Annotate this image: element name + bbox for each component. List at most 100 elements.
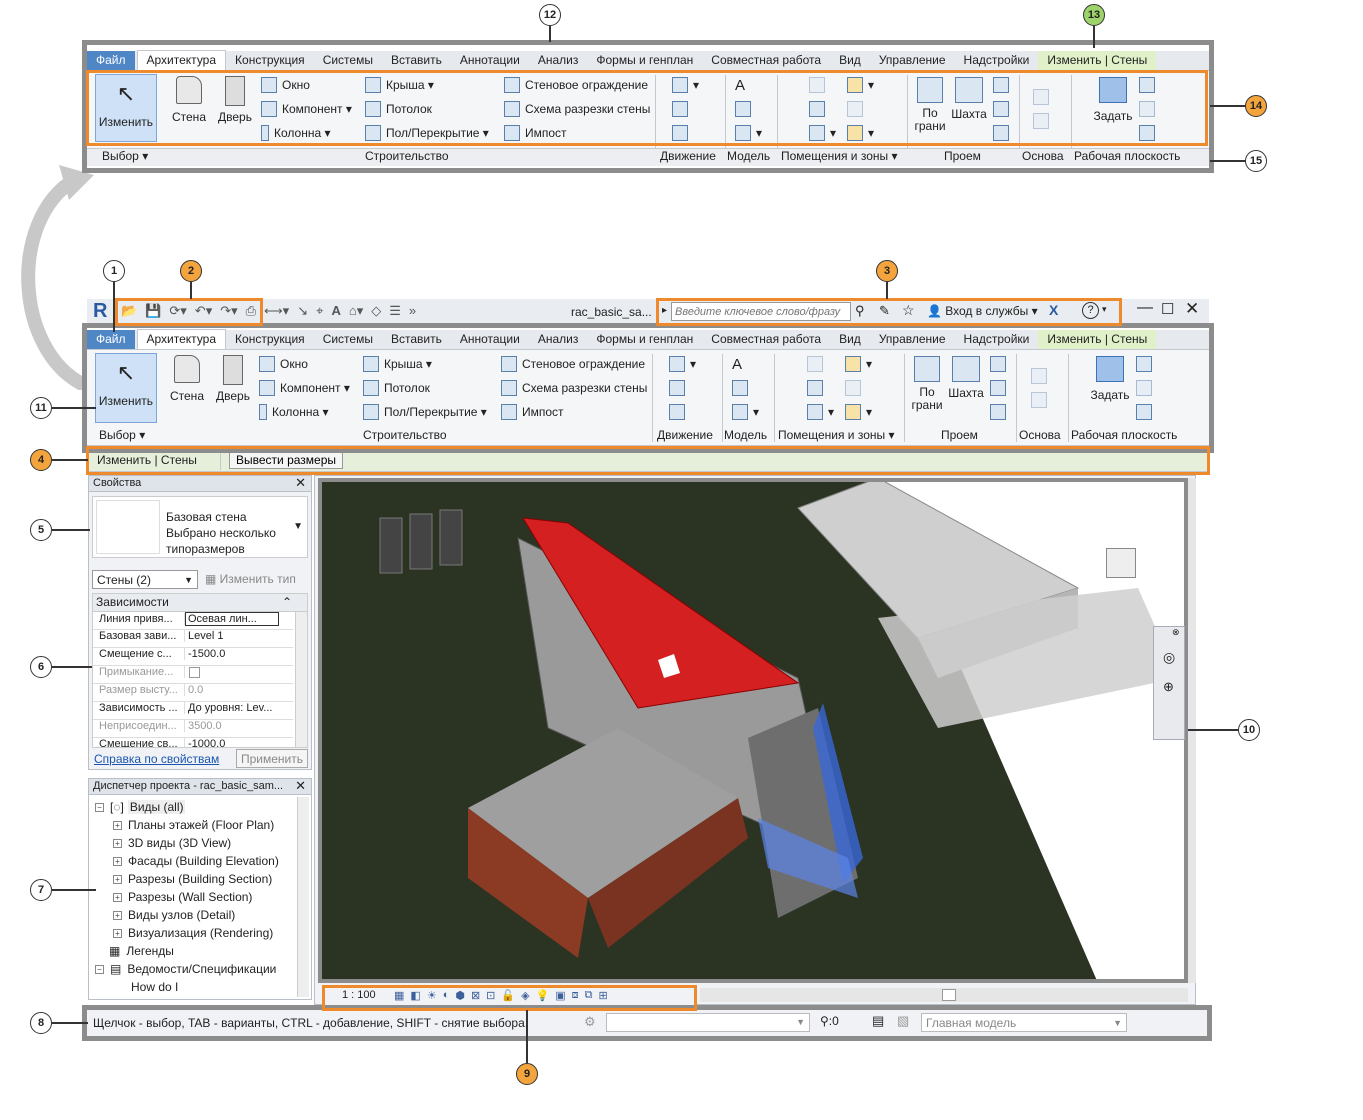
type-selector[interactable]: Базовая стена Выбрано несколько типоразм… bbox=[92, 496, 308, 558]
main-tab-annotate[interactable]: Аннотации bbox=[451, 330, 529, 349]
top-ref-plane-button[interactable] bbox=[1139, 101, 1160, 117]
top-panel-select[interactable]: Выбор ▾ bbox=[102, 149, 148, 163]
revit-logo[interactable]: R bbox=[93, 300, 107, 323]
tab-annotate[interactable]: Аннотации bbox=[451, 51, 529, 70]
main-tab-architecture[interactable]: Архитектура bbox=[136, 329, 227, 349]
properties-close-icon[interactable]: ✕ bbox=[295, 475, 306, 491]
tab-file[interactable]: Файл bbox=[87, 51, 135, 70]
edit-type-button[interactable]: ▦ Изменить тип bbox=[205, 572, 296, 586]
top-set-button[interactable]: Задать bbox=[1093, 77, 1133, 123]
design-options-icon[interactable]: ▧ bbox=[897, 1013, 909, 1029]
top-stair-button[interactable] bbox=[672, 125, 693, 141]
rendering-icon[interactable]: ⬢ bbox=[455, 989, 465, 1002]
grid-button[interactable] bbox=[1031, 392, 1052, 408]
viewcube[interactable] bbox=[1098, 540, 1144, 586]
stair-button[interactable] bbox=[669, 404, 690, 420]
constraints-icon[interactable]: ⊞ bbox=[599, 989, 608, 1002]
panel-select[interactable]: Выбор ▾ bbox=[99, 428, 145, 442]
top-ramp-button[interactable] bbox=[672, 101, 693, 117]
main-tab-systems[interactable]: Системы bbox=[314, 330, 382, 349]
tab-systems[interactable]: Системы bbox=[314, 51, 382, 70]
help-dropdown-icon[interactable]: ▾ bbox=[1102, 304, 1107, 315]
tree-item-floor-plans[interactable]: + Планы этажей (Floor Plan) bbox=[95, 816, 295, 834]
area-tag-button[interactable] bbox=[845, 380, 866, 396]
tab-insert[interactable]: Вставить bbox=[382, 51, 451, 70]
reveal-hidden-icon[interactable]: 💡 bbox=[536, 989, 550, 1002]
set-button[interactable]: Задать bbox=[1090, 356, 1130, 402]
sync-icon[interactable]: ⟳▾ bbox=[169, 303, 186, 319]
show-analytical-icon[interactable]: ⧉ bbox=[585, 989, 593, 1002]
main-tab-file[interactable]: Файл bbox=[87, 330, 135, 349]
infocenter-expand-icon[interactable]: ▸ bbox=[662, 305, 667, 316]
top-railing-button[interactable]: ▾ bbox=[672, 77, 699, 93]
top-by-face-button[interactable]: По грани bbox=[914, 77, 946, 133]
main-tab-modify-walls[interactable]: Изменить | Стены bbox=[1038, 330, 1157, 349]
main-tab-view[interactable]: Вид bbox=[830, 330, 870, 349]
show-workplane-button[interactable] bbox=[1136, 356, 1157, 372]
model-group-button[interactable]: ▾ bbox=[732, 404, 759, 420]
door-button[interactable]: Дверь bbox=[215, 355, 251, 403]
highlight-displacement-icon[interactable]: ⧈ bbox=[572, 989, 579, 1002]
tree-item-renderings[interactable]: + Визуализация (Rendering) bbox=[95, 924, 295, 942]
dormer-button[interactable] bbox=[990, 404, 1011, 420]
top-dormer-button[interactable] bbox=[993, 125, 1014, 141]
top-level-button[interactable] bbox=[1033, 89, 1054, 105]
favorites-icon[interactable]: ☆ bbox=[902, 302, 915, 319]
top-shaft-button[interactable]: Шахта bbox=[951, 77, 987, 121]
roof-button[interactable]: Крыша ▾ bbox=[363, 356, 432, 372]
top-area-boundary-button[interactable]: ▾ bbox=[847, 125, 874, 141]
area-boundary-button[interactable]: ▾ bbox=[845, 404, 872, 420]
curtain-system-button[interactable]: Стеновое ограждение bbox=[501, 356, 645, 372]
tab-addins[interactable]: Надстройки bbox=[955, 51, 1039, 70]
main-tab-massing[interactable]: Формы и генплан bbox=[587, 330, 702, 349]
top-roof-button[interactable]: Крыша ▾ bbox=[365, 77, 434, 93]
unlocked-view-icon[interactable]: 🔓 bbox=[501, 989, 515, 1002]
main-tab-structure[interactable]: Конструкция bbox=[226, 330, 314, 349]
top-curtain-system-button[interactable]: Стеновое ограждение bbox=[504, 77, 648, 93]
top-modify-button[interactable]: ↖ Изменить bbox=[95, 74, 157, 142]
window-button[interactable]: Окно bbox=[259, 356, 308, 372]
wall-opening-button[interactable] bbox=[990, 356, 1011, 372]
tree-item-views[interactable]: − [◌] Виды (all) bbox=[95, 798, 295, 816]
tab-massing[interactable]: Формы и генплан bbox=[587, 51, 702, 70]
view-scale[interactable]: 1 : 100 bbox=[342, 989, 376, 1001]
tab-manage[interactable]: Управление bbox=[870, 51, 955, 70]
property-value-input[interactable]: Осевая лин... bbox=[185, 612, 279, 626]
main-tab-manage[interactable]: Управление bbox=[870, 330, 955, 349]
component-button[interactable]: Компонент ▾ bbox=[259, 380, 350, 396]
model-text-button[interactable]: A bbox=[732, 356, 753, 373]
help-icon[interactable]: ? bbox=[1082, 302, 1099, 319]
top-grid-button[interactable] bbox=[1033, 113, 1054, 129]
top-viewer-button[interactable] bbox=[1139, 125, 1160, 141]
tree-item-how-do-i[interactable]: How do I bbox=[95, 978, 295, 996]
navbar-close-icon[interactable]: ⊗ bbox=[1172, 627, 1180, 638]
panel-room[interactable]: Помещения и зоны ▾ bbox=[778, 428, 895, 442]
by-face-button[interactable]: По грани bbox=[911, 356, 943, 412]
room-tag-button[interactable] bbox=[807, 380, 828, 396]
column-button[interactable]: Колонна ▾ bbox=[259, 404, 329, 420]
main-tab-analyze[interactable]: Анализ bbox=[529, 330, 588, 349]
ref-plane-button[interactable] bbox=[1136, 380, 1157, 396]
top-model-line-button[interactable] bbox=[735, 101, 756, 117]
tag-icon[interactable]: ⌖ bbox=[316, 303, 323, 319]
ceiling-button[interactable]: Потолок bbox=[363, 380, 430, 396]
top-window-button[interactable]: Окно bbox=[261, 77, 310, 93]
shaft-button[interactable]: Шахта bbox=[948, 356, 984, 400]
top-room-tag-button[interactable] bbox=[809, 101, 830, 117]
main-tab-collaborate[interactable]: Совместная работа bbox=[702, 330, 830, 349]
tab-view[interactable]: Вид bbox=[830, 51, 870, 70]
apply-button[interactable]: Применить bbox=[236, 749, 308, 768]
curtain-grid-button[interactable]: Схема разрезки стены bbox=[501, 380, 647, 396]
measure-icon[interactable]: ⟷▾ bbox=[264, 303, 289, 319]
minimize-icon[interactable]: — bbox=[1137, 299, 1153, 317]
browser-close-icon[interactable]: ✕ bbox=[295, 778, 306, 794]
more-icon[interactable]: » bbox=[409, 303, 416, 319]
properties-help-link[interactable]: Справка по свойствам bbox=[94, 752, 219, 766]
tab-analyze[interactable]: Анализ bbox=[529, 51, 588, 70]
section-icon[interactable]: ◇ bbox=[371, 303, 381, 319]
filter-count[interactable]: ⚲:0 bbox=[820, 1014, 839, 1028]
type-dropdown-icon[interactable]: ▼ bbox=[293, 521, 303, 532]
top-room-separator-button[interactable]: ▾ bbox=[809, 125, 836, 141]
tree-item-wall-sections[interactable]: + Разрезы (Wall Section) bbox=[95, 888, 295, 906]
steering-wheel-icon[interactable]: ◎ bbox=[1163, 649, 1175, 666]
